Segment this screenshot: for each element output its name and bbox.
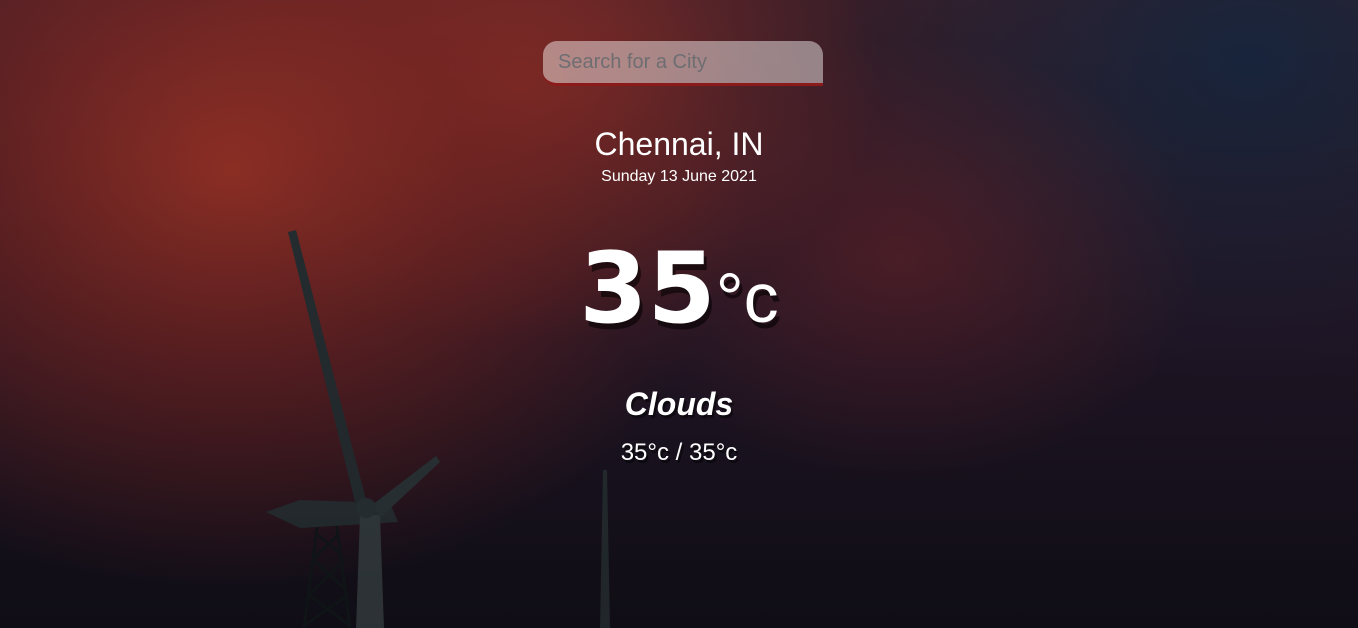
current-date: Sunday 13 June 2021	[601, 168, 757, 185]
search-box	[543, 41, 823, 86]
high-low-temperature: 35°c / 35°c	[620, 439, 738, 466]
temperature-value: 35	[579, 232, 716, 346]
search-input[interactable]	[543, 41, 823, 86]
weather-condition: Clouds	[624, 386, 734, 422]
current-temperature: 35°c	[0, 232, 1358, 346]
temperature-unit: °c	[715, 259, 779, 337]
city-name: Chennai, IN	[594, 126, 764, 162]
